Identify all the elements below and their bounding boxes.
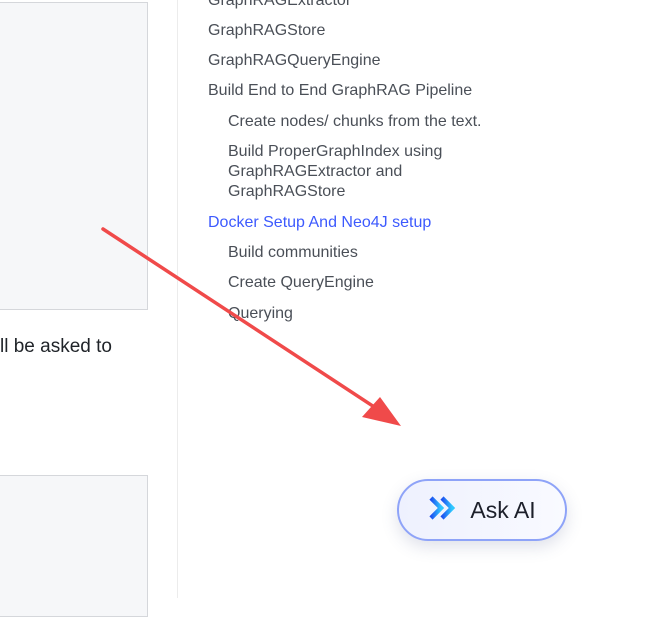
ask-ai-label: Ask AI <box>470 496 536 523</box>
ask-ai-button[interactable]: Ask AI <box>397 479 567 541</box>
chevrons-right-icon <box>428 495 460 526</box>
